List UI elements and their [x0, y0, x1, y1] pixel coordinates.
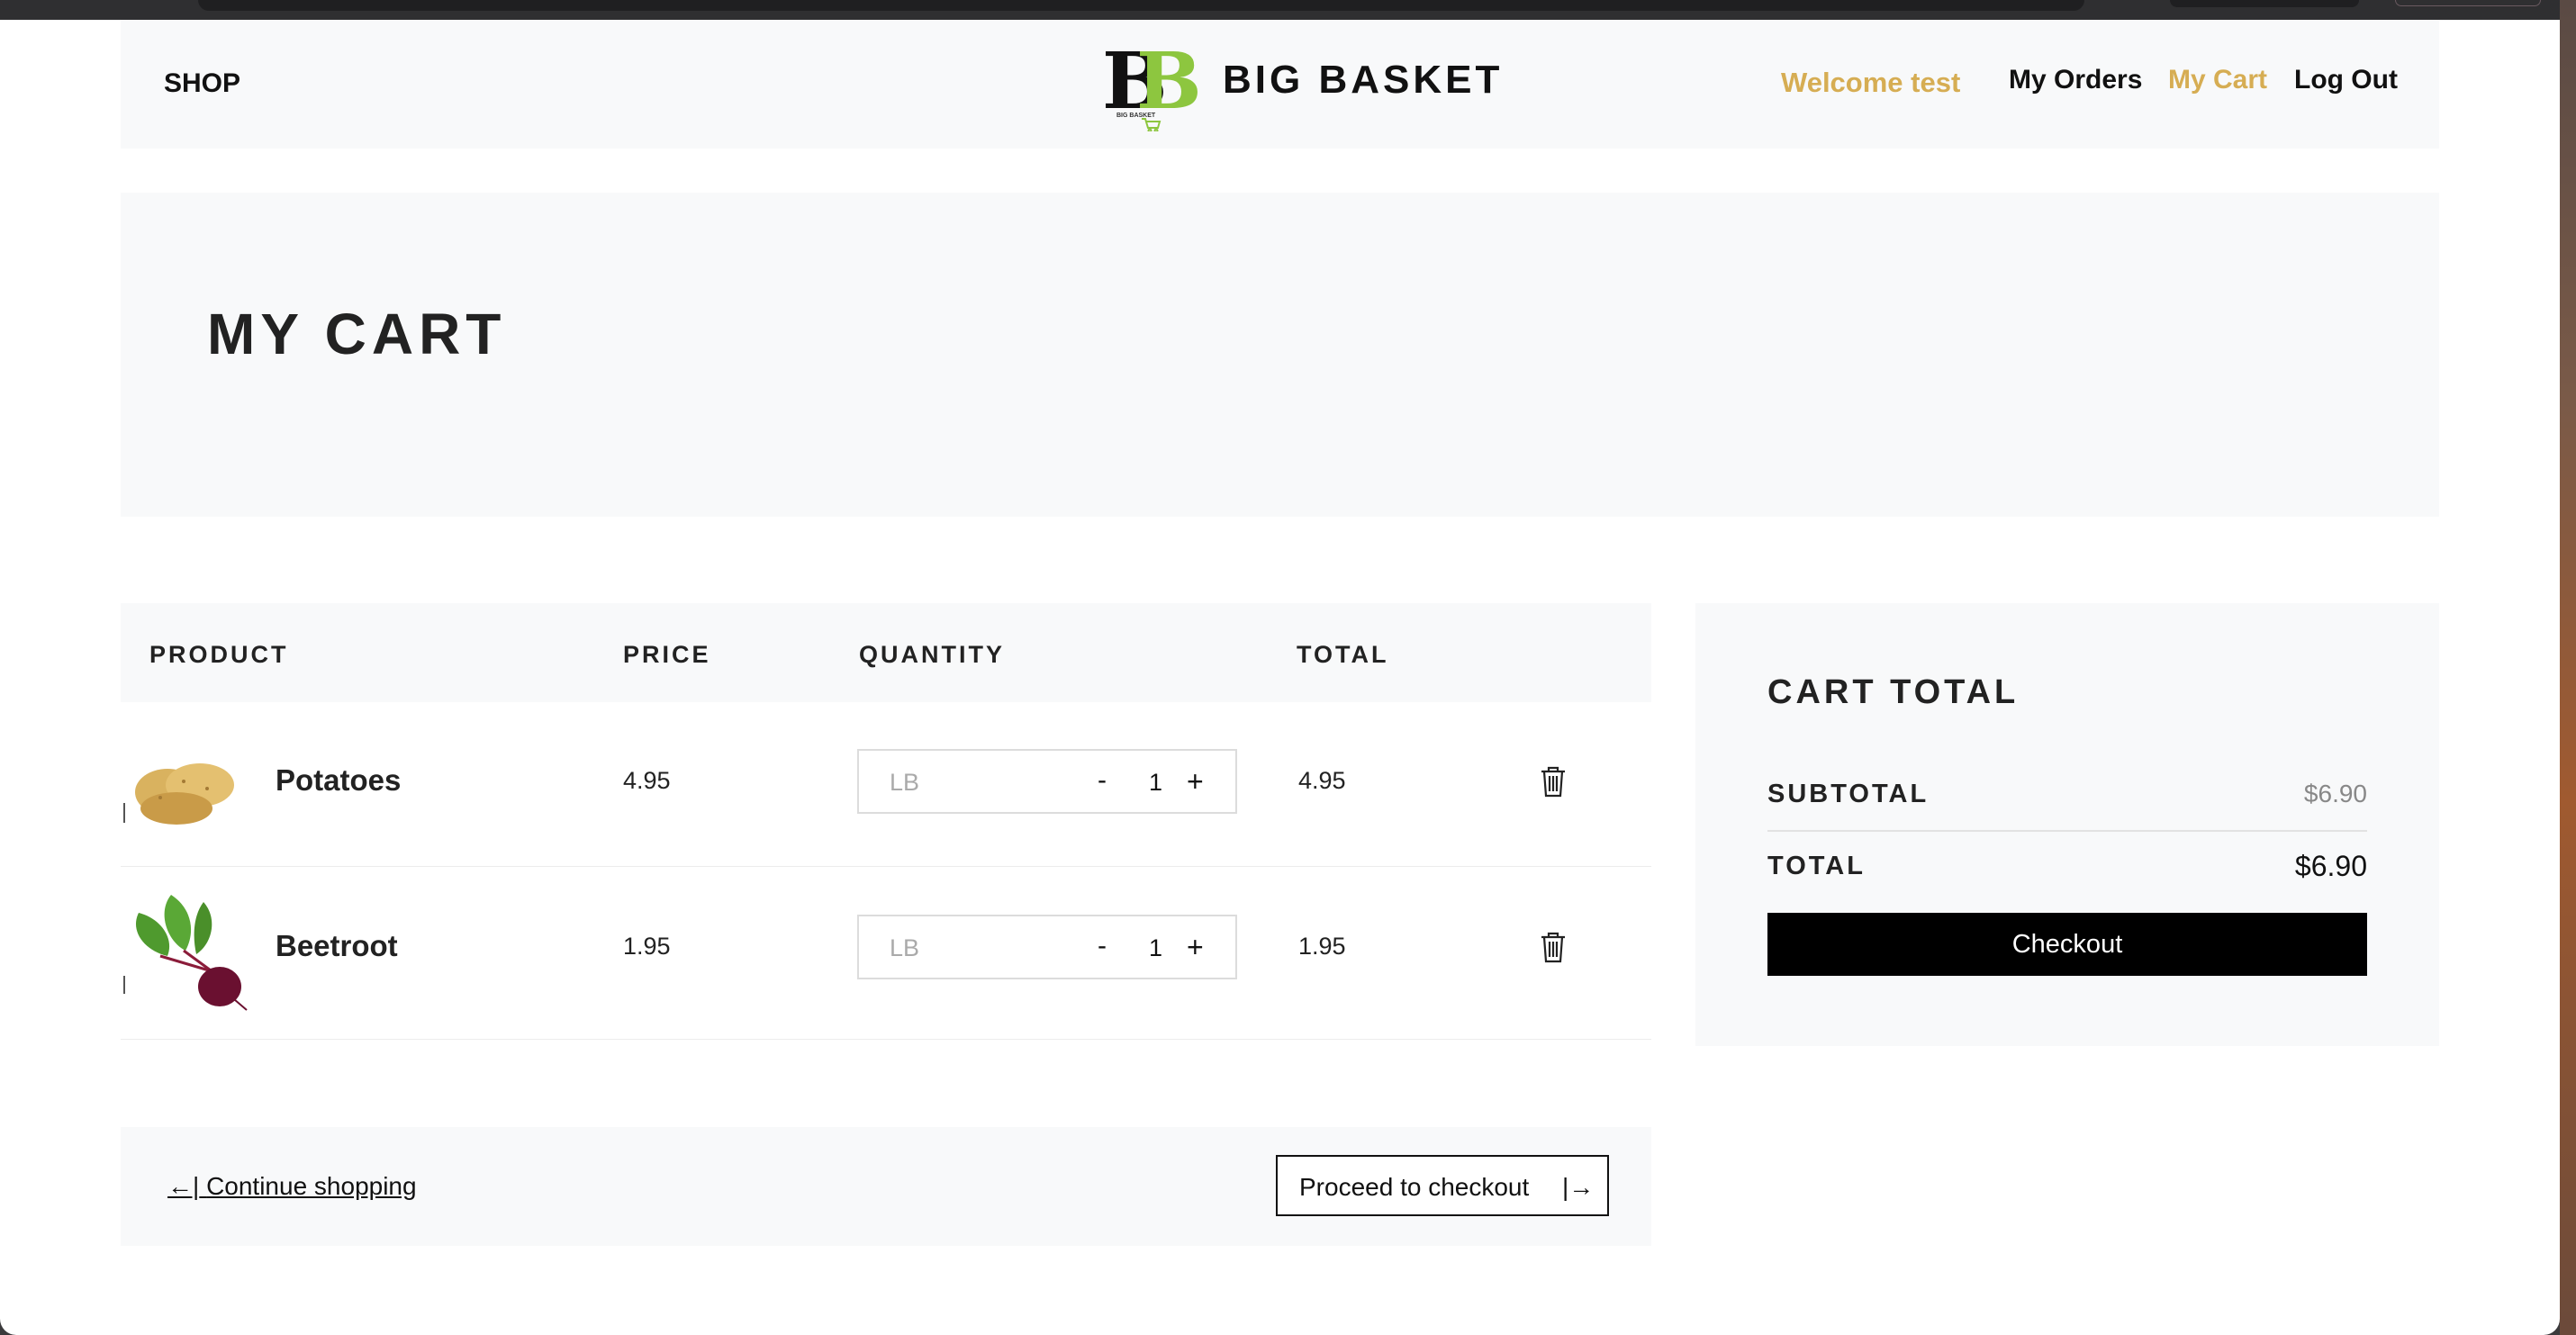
- quantity-stepper: LB - 1 +: [857, 749, 1237, 814]
- shop-link[interactable]: SHOP: [164, 68, 240, 99]
- browser-window: SHOP B B BIG BASKET BIG BASKET Welcome t…: [0, 20, 2560, 1335]
- nav-my-cart[interactable]: My Cart: [2168, 65, 2267, 95]
- cart-total-panel: CART TOTAL SUBTOTAL $6.90 TOTAL $6.90 Ch…: [1695, 603, 2439, 1046]
- back-arrow-icon: ←|: [167, 1172, 200, 1200]
- brand-name[interactable]: BIG BASKET: [1223, 58, 1503, 103]
- browser-chrome-bar: [198, 0, 2084, 11]
- quantity-stepper: LB - 1 +: [857, 915, 1237, 979]
- page-hero: MY CART: [121, 193, 2439, 517]
- increase-quantity-button[interactable]: +: [1187, 765, 1204, 798]
- total-label: TOTAL: [1767, 852, 1866, 880]
- proceed-to-checkout-button[interactable]: Proceed to checkout |→: [1276, 1155, 1609, 1216]
- quantity-unit: LB: [890, 934, 920, 961]
- row-total: 1.95: [1298, 933, 1346, 960]
- continue-shopping-label: Continue shopping: [206, 1172, 417, 1200]
- beetroot-image: [123, 895, 248, 1011]
- quantity-value[interactable]: 1: [1149, 934, 1162, 962]
- header-total: TOTAL: [1297, 641, 1389, 668]
- header-quantity: QUANTITY: [859, 641, 1005, 668]
- quantity-value[interactable]: 1: [1149, 769, 1162, 797]
- logo-mark-icon: B B BIG BASKET: [1102, 41, 1198, 131]
- product-price: 4.95: [623, 767, 671, 794]
- cart-actions-bar: ←| Continue shopping Proceed to checkout…: [121, 1127, 1651, 1246]
- subtotal-label: SUBTOTAL: [1767, 780, 1930, 808]
- browser-chrome-button: [2395, 0, 2541, 6]
- decrease-quantity-button[interactable]: -: [1098, 765, 1107, 796]
- total-value: $6.90: [2294, 850, 2367, 882]
- welcome-text: Welcome test: [1781, 67, 1961, 98]
- trash-icon[interactable]: [1539, 931, 1568, 963]
- proceed-label: Proceed to checkout: [1299, 1173, 1530, 1201]
- desktop-background-strip: [2560, 0, 2576, 1335]
- decrease-quantity-button[interactable]: -: [1098, 931, 1107, 961]
- quantity-unit: LB: [890, 769, 920, 796]
- product-price: 1.95: [623, 933, 671, 960]
- table-row: Potatoes 4.95 LB - 1 + 4.95: [121, 702, 1651, 867]
- logo-small-text: BIG BASKET: [1116, 113, 1156, 119]
- trash-icon[interactable]: [1539, 765, 1568, 798]
- table-header: PRODUCT PRICE QUANTITY TOTAL: [121, 603, 1651, 702]
- header-product: PRODUCT: [149, 641, 289, 668]
- cart-total-title: CART TOTAL: [1767, 673, 2020, 711]
- site-header: SHOP B B BIG BASKET BIG BASKET Welcome t…: [121, 20, 2439, 149]
- divider: [1767, 830, 2367, 832]
- subtotal-value: $6.90: [2303, 780, 2367, 807]
- header-price: PRICE: [623, 641, 711, 668]
- product-name[interactable]: Beetroot: [276, 929, 398, 963]
- checkout-button[interactable]: Checkout: [1767, 913, 2367, 976]
- browser-chrome-control: [2170, 0, 2359, 7]
- increase-quantity-button[interactable]: +: [1187, 931, 1204, 964]
- row-total: 4.95: [1298, 767, 1346, 794]
- nav-log-out[interactable]: Log Out: [2294, 65, 2398, 95]
- nav-my-orders[interactable]: My Orders: [2009, 65, 2142, 95]
- page-title: MY CART: [207, 302, 507, 366]
- potato-image: [123, 763, 234, 825]
- os-top-bar: [0, 0, 2576, 20]
- forward-arrow-icon: |→: [1562, 1173, 1595, 1201]
- table-row: Beetroot 1.95 LB - 1 + 1.95: [121, 866, 1651, 1040]
- product-name[interactable]: Potatoes: [276, 763, 401, 798]
- continue-shopping-link[interactable]: ←| Continue shopping: [167, 1172, 417, 1201]
